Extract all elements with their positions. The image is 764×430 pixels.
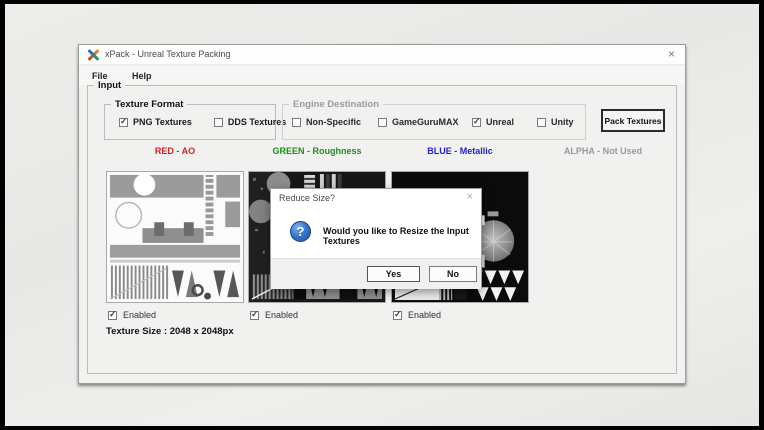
enabled-checkbox-blue[interactable]: ✓ Enabled: [393, 310, 441, 320]
dialog-footer: Yes No: [271, 258, 481, 289]
enabled-label: Enabled: [265, 310, 298, 320]
texture-format-group: Texture Format ✓ PNG Textures DDS Textur…: [104, 104, 276, 140]
checkbox-checked-icon: ✓: [119, 118, 128, 127]
channel-label-blue: BLUE - Metallic: [391, 146, 529, 156]
enabled-label: Enabled: [123, 310, 156, 320]
app-logo-icon: [87, 49, 99, 61]
title-bar[interactable]: xPack - Unreal Texture Packing ×: [79, 45, 685, 65]
no-button[interactable]: No: [429, 266, 477, 282]
checkbox-checked-icon: ✓: [472, 118, 481, 127]
engine-destination-group: Engine Destination Non-Specific GameGuru…: [282, 104, 586, 140]
channel-label-red: RED - AO: [106, 146, 244, 156]
checkbox-unchecked-icon: [214, 118, 223, 127]
checkbox-checked-icon: ✓: [250, 311, 259, 320]
texture-size-label: Texture Size : 2048 x 2048px: [106, 326, 234, 337]
non-specific-label: Non-Specific: [306, 117, 361, 127]
checkbox-checked-icon: ✓: [108, 311, 117, 320]
question-icon: ?: [290, 221, 311, 242]
channel-label-green: GREEN - Roughness: [248, 146, 386, 156]
unity-label: Unity: [551, 117, 574, 127]
enabled-checkbox-red[interactable]: ✓ Enabled: [108, 310, 156, 320]
window-title: xPack - Unreal Texture Packing: [105, 49, 230, 59]
input-group-label: Input: [94, 80, 125, 91]
png-textures-checkbox[interactable]: ✓ PNG Textures: [119, 117, 192, 127]
unreal-checkbox[interactable]: ✓ Unreal: [472, 117, 537, 127]
texture-preview-red-ao[interactable]: [106, 171, 244, 303]
dialog-close-icon[interactable]: ×: [467, 191, 473, 203]
pack-textures-button[interactable]: Pack Textures: [601, 109, 665, 132]
channel-label-alpha: ALPHA - Not Used: [534, 146, 672, 156]
texture-format-options: ✓ PNG Textures DDS Textures: [105, 105, 275, 139]
enabled-checkbox-green[interactable]: ✓ Enabled: [250, 310, 298, 320]
non-specific-checkbox[interactable]: Non-Specific: [292, 117, 378, 127]
checkbox-checked-icon: ✓: [393, 311, 402, 320]
engine-destination-options: Non-Specific GameGuruMAX ✓ Unreal Unity: [283, 105, 585, 139]
yes-button[interactable]: Yes: [367, 266, 420, 282]
menu-bar: File Help: [79, 66, 685, 85]
checkbox-unchecked-icon: [537, 118, 546, 127]
enabled-label: Enabled: [408, 310, 441, 320]
dialog-message: Would you like to Resize the Input Textu…: [323, 226, 481, 246]
dds-textures-checkbox[interactable]: DDS Textures: [214, 117, 286, 127]
gameguru-max-label: GameGuruMAX: [392, 117, 459, 127]
dialog-title: Reduce Size?: [279, 193, 335, 203]
gameguru-max-checkbox[interactable]: GameGuruMAX: [378, 117, 472, 127]
desktop-background: xPack - Unreal Texture Packing × File He…: [5, 4, 759, 426]
png-textures-label: PNG Textures: [133, 117, 192, 127]
unreal-label: Unreal: [486, 117, 514, 127]
window-close-icon[interactable]: ×: [668, 47, 675, 61]
unity-checkbox[interactable]: Unity: [537, 117, 574, 127]
checkbox-unchecked-icon: [292, 118, 301, 127]
menu-help[interactable]: Help: [122, 68, 162, 81]
checkbox-unchecked-icon: [378, 118, 387, 127]
reduce-size-dialog: Reduce Size? × ? Would you like to Resiz…: [270, 188, 482, 289]
dds-textures-label: DDS Textures: [228, 117, 286, 127]
